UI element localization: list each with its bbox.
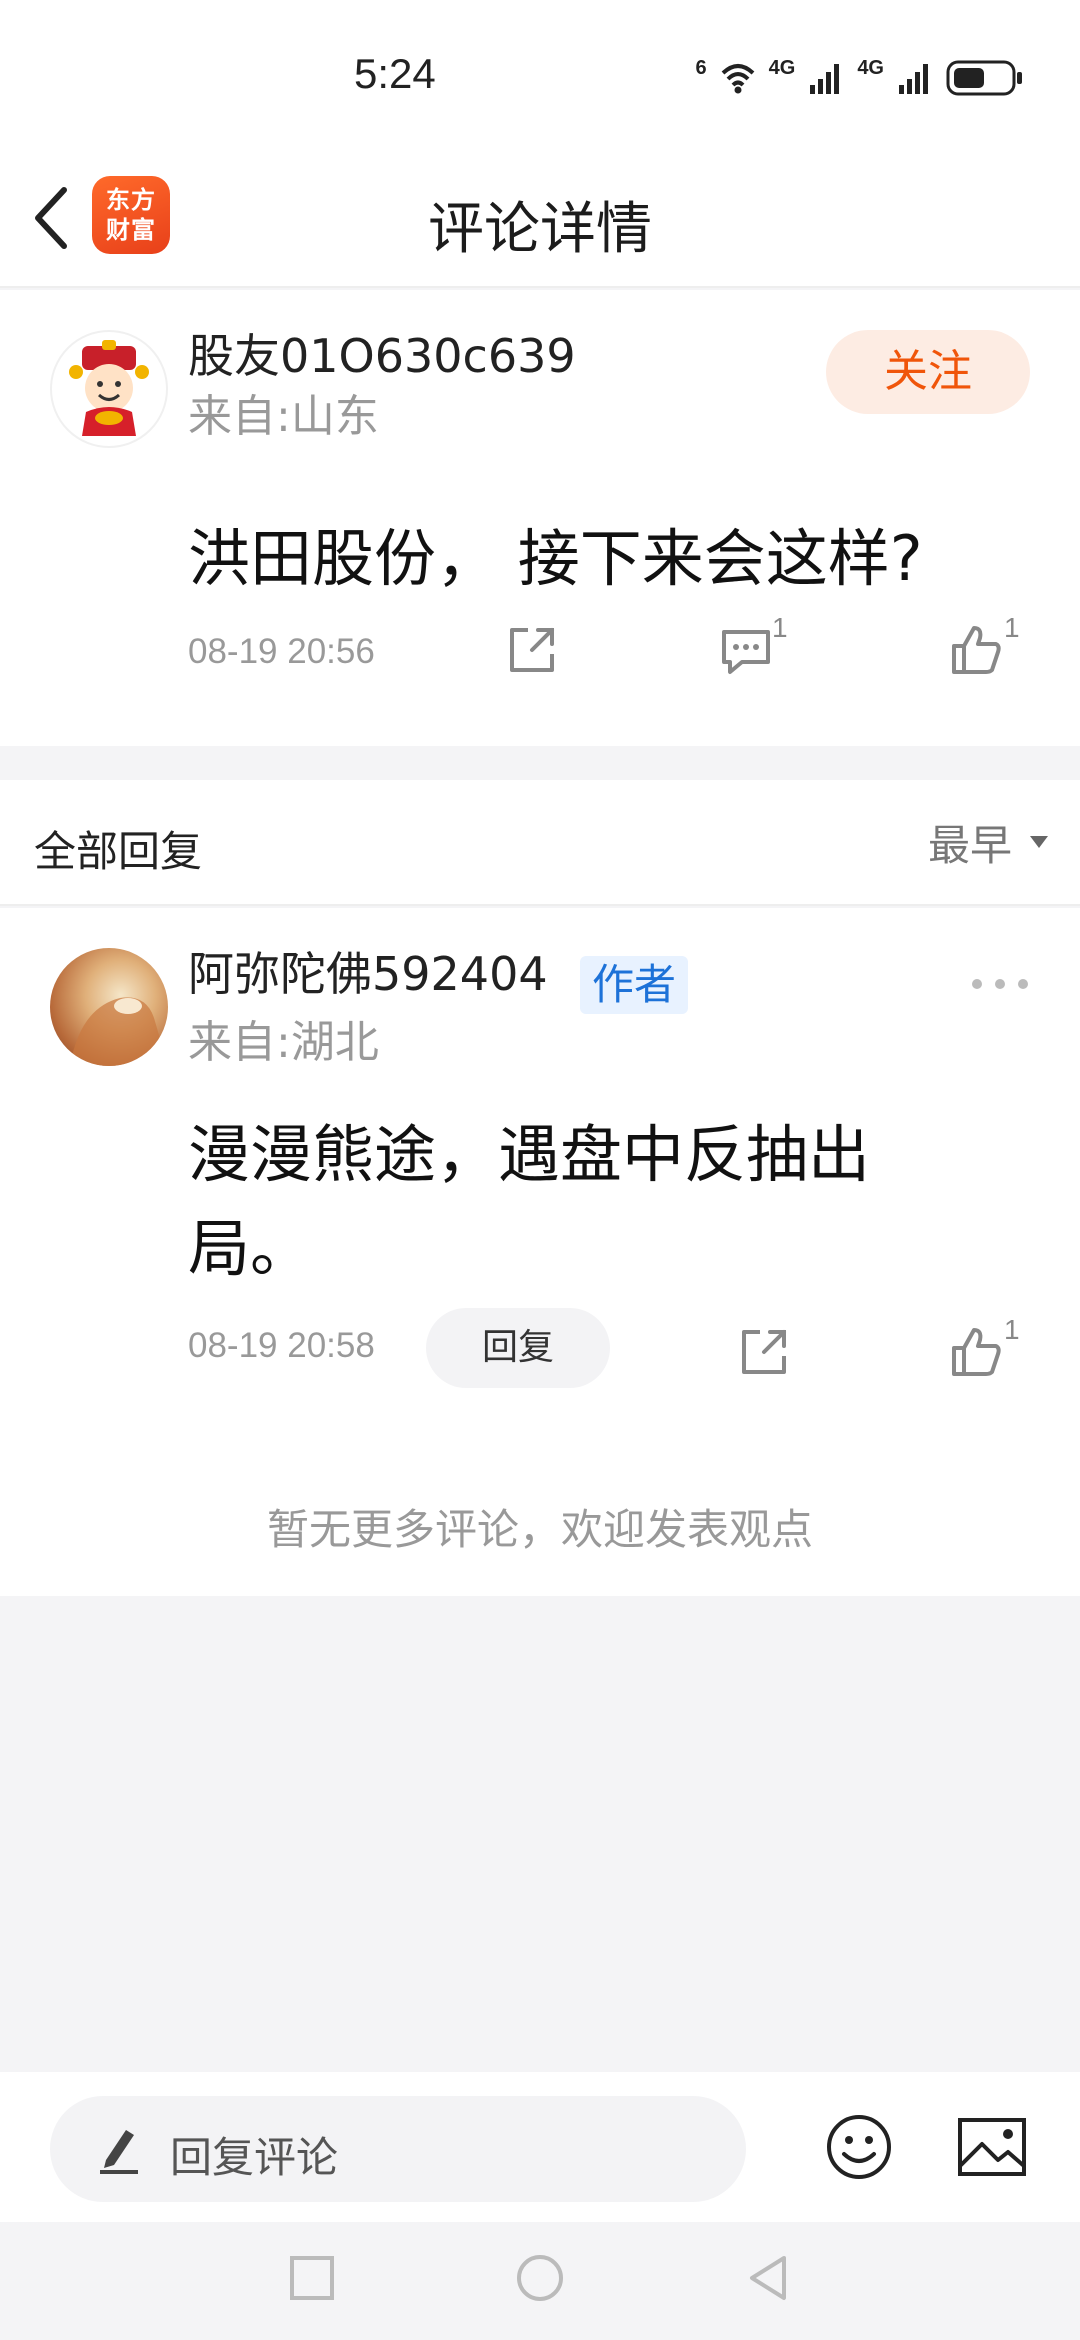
reply-time: 08-19 20:58: [188, 1326, 375, 1365]
emoji-icon[interactable]: [824, 2112, 894, 2182]
wifi-label: 6: [695, 56, 707, 79]
post-username[interactable]: 股友01O630c639: [188, 320, 576, 386]
pencil-icon: [100, 2130, 138, 2174]
back-nav-icon[interactable]: [742, 2252, 794, 2304]
bottom-bar: 回复评论: [0, 2072, 1080, 2222]
signal-icon: [810, 64, 840, 94]
more-icon[interactable]: [972, 972, 1028, 996]
comment-placeholder: 回复评论: [170, 2133, 339, 2182]
post-location: 来自:山东: [188, 391, 379, 442]
status-bar: 5:24 6 4G 4G: [0, 0, 1080, 150]
dropdown-icon: [1030, 836, 1048, 848]
like-count: 1: [1004, 612, 1020, 643]
signal-icon: [899, 64, 928, 94]
page-title: 评论详情: [428, 197, 652, 262]
follow-button[interactable]: 关注: [826, 330, 1030, 414]
home-icon[interactable]: [514, 2252, 566, 2304]
avatar[interactable]: [50, 330, 168, 448]
like-count: 1: [1004, 1314, 1020, 1345]
comment-input[interactable]: 回复评论: [50, 2096, 746, 2202]
share-icon[interactable]: [502, 620, 562, 680]
status-icons: 6 4G 4G: [696, 56, 1025, 100]
reply-location: 来自:湖北: [188, 1017, 379, 1068]
sort-label: 最早: [927, 820, 1012, 870]
sort-dropdown[interactable]: 最早: [928, 814, 1050, 870]
nav-bar: 东方 财富 评论详情: [0, 150, 1080, 288]
replies-header: 全部回复 最早: [0, 780, 1080, 906]
like-icon[interactable]: [946, 620, 1006, 680]
reply-item: 阿弥陀佛592404 作者 来自:湖北 漫漫熊途，遇盘中反抽出局。 08-19 …: [0, 908, 1080, 1596]
status-time: 5:24: [354, 50, 436, 97]
like-icon[interactable]: [946, 1322, 1006, 1382]
comment-count: 1: [772, 612, 788, 643]
main-post: 股友01O630c639 来自:山东 关注 洪田股份， 接下来会这样? 08-1…: [0, 290, 1080, 746]
share-icon[interactable]: [734, 1322, 794, 1382]
reply-content: 漫漫熊途，遇盘中反抽出局。: [188, 1118, 871, 1285]
post-content: 洪田股份， 接下来会这样?: [188, 522, 923, 595]
author-badge: 作者: [580, 956, 689, 1014]
recent-apps-icon[interactable]: [286, 2252, 338, 2304]
avatar-photo-icon: [70, 997, 168, 1066]
post-time: 08-19 20:56: [188, 632, 375, 671]
comment-icon[interactable]: [716, 620, 776, 680]
network-label-2: 4G: [857, 56, 884, 79]
no-more-comments: 暂无更多评论，欢迎发表观点: [266, 1505, 813, 1554]
battery-icon: [946, 60, 1022, 96]
avatar[interactable]: [50, 948, 168, 1066]
reply-button[interactable]: 回复: [426, 1308, 610, 1388]
replies-title: 全部回复: [34, 827, 203, 876]
reply-username[interactable]: 阿弥陀佛592404: [188, 938, 548, 1004]
network-label-1: 4G: [768, 56, 796, 79]
avatar-caishen-icon: [69, 340, 149, 436]
system-navigation: [0, 2222, 1080, 2340]
image-icon[interactable]: [956, 2114, 1028, 2180]
wifi-icon: [721, 64, 754, 94]
